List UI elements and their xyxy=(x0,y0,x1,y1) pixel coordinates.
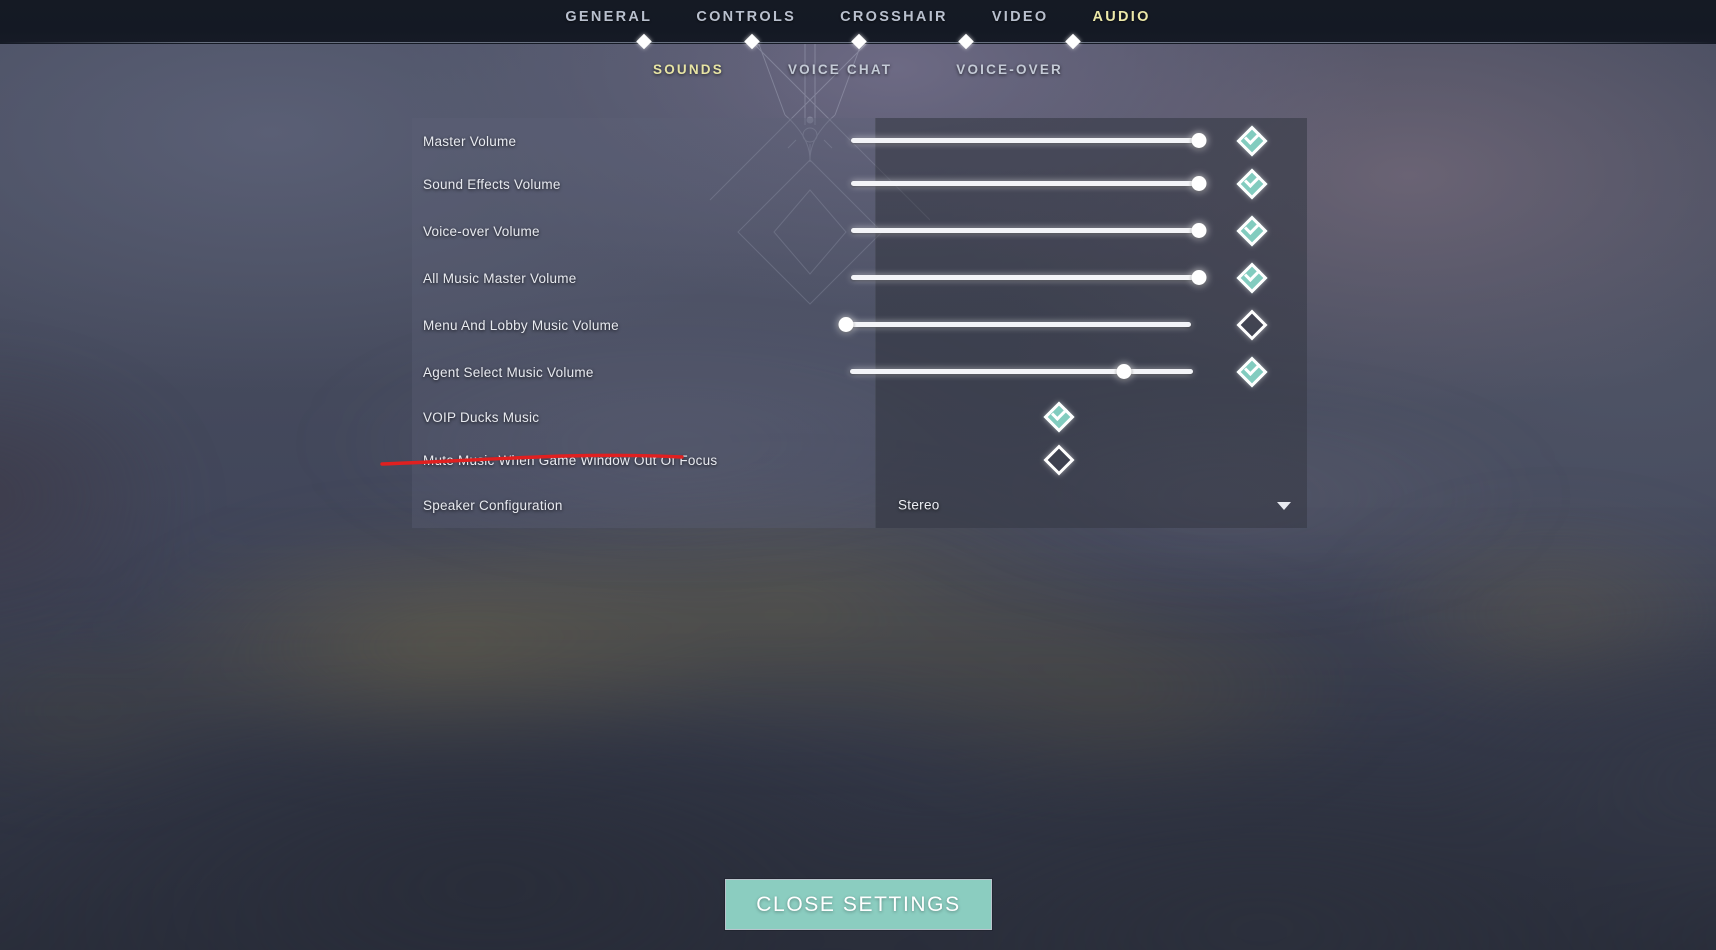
setting-row-all-music-master-volume: All Music Master Volume xyxy=(412,255,1307,301)
master-volume-slider[interactable] xyxy=(851,132,1207,150)
setting-label: Mute Music When Game Window Out Of Focus xyxy=(423,452,718,468)
voice-over-volume-slider[interactable] xyxy=(851,222,1207,240)
all-music-master-volume-slider[interactable] xyxy=(851,269,1207,287)
main-tabs: GENERAL CONTROLS CROSSHAIR VIDEO AUDIO xyxy=(0,9,1716,25)
tab-marker-controls xyxy=(744,33,760,50)
slider-track xyxy=(851,138,1199,143)
tab-crosshair[interactable]: CROSSHAIR xyxy=(840,9,948,25)
speaker-configuration-dropdown[interactable]: Stereo xyxy=(875,482,1307,528)
tab-marker-audio xyxy=(1065,33,1081,50)
tab-audio[interactable]: AUDIO xyxy=(1092,9,1150,25)
slider-track xyxy=(851,181,1199,186)
slider-track xyxy=(846,322,1191,327)
slider-knob[interactable] xyxy=(1191,133,1207,148)
voice-over-volume-checkbox[interactable] xyxy=(1236,215,1268,247)
slider-track xyxy=(850,369,1193,374)
subtab-voice-over[interactable]: VOICE-OVER xyxy=(956,62,1063,77)
setting-row-mute-music-out-of-focus: Mute Music When Game Window Out Of Focus xyxy=(412,437,1307,483)
slider-knob[interactable] xyxy=(1191,223,1207,238)
setting-label: All Music Master Volume xyxy=(423,270,577,286)
slider-knob[interactable] xyxy=(1191,270,1207,285)
menu-lobby-music-volume-checkbox[interactable] xyxy=(1236,309,1268,341)
setting-row-voip-ducks-music: VOIP Ducks Music xyxy=(412,394,1307,440)
setting-row-sound-effects-volume: Sound Effects Volume xyxy=(412,161,1307,207)
all-music-master-volume-checkbox[interactable] xyxy=(1236,262,1268,294)
dropdown-value: Stereo xyxy=(898,497,940,513)
menu-lobby-music-volume-slider[interactable] xyxy=(838,316,1191,334)
tab-marker-video xyxy=(958,33,974,50)
sub-navigation-bar: SOUNDS VOICE CHAT VOICE-OVER xyxy=(0,62,1716,77)
slider-knob[interactable] xyxy=(1116,364,1132,379)
close-settings-label: CLOSE SETTINGS xyxy=(756,892,961,916)
setting-label: Agent Select Music Volume xyxy=(423,364,594,380)
setting-row-voice-over-volume: Voice-over Volume xyxy=(412,208,1307,254)
agent-select-music-volume-slider[interactable] xyxy=(850,363,1193,381)
voip-ducks-music-checkbox[interactable] xyxy=(1043,401,1075,433)
setting-label: Sound Effects Volume xyxy=(423,176,561,192)
slider-knob[interactable] xyxy=(1191,176,1207,191)
agent-select-music-volume-checkbox[interactable] xyxy=(1236,356,1268,388)
close-settings-button[interactable]: CLOSE SETTINGS xyxy=(725,879,992,930)
setting-row-master-volume: Master Volume xyxy=(412,118,1307,164)
setting-label: Menu And Lobby Music Volume xyxy=(423,317,619,333)
tab-marker-general xyxy=(636,33,652,50)
sound-effects-volume-slider[interactable] xyxy=(851,175,1207,193)
nav-tab-markers xyxy=(0,33,1716,50)
settings-panel: Master Volume Sound Effects Volume Voice… xyxy=(412,118,1307,528)
dropdown-control[interactable]: Stereo xyxy=(875,482,1307,528)
tab-video[interactable]: VIDEO xyxy=(992,9,1049,25)
subtab-voice-chat[interactable]: VOICE CHAT xyxy=(788,62,892,77)
sound-effects-volume-checkbox[interactable] xyxy=(1236,168,1268,200)
mute-music-out-of-focus-checkbox[interactable] xyxy=(1043,444,1075,476)
tab-general[interactable]: GENERAL xyxy=(565,9,652,25)
setting-label: Voice-over Volume xyxy=(423,223,540,239)
tab-controls[interactable]: CONTROLS xyxy=(696,9,796,25)
setting-row-speaker-configuration: Speaker Configuration Stereo xyxy=(412,482,1307,528)
setting-label: Master Volume xyxy=(423,133,517,149)
slider-track xyxy=(851,228,1199,233)
tab-marker-crosshair xyxy=(851,33,867,50)
setting-row-agent-select-music-volume: Agent Select Music Volume xyxy=(412,349,1307,395)
slider-knob[interactable] xyxy=(838,317,854,332)
master-volume-checkbox[interactable] xyxy=(1236,125,1268,157)
subtab-sounds[interactable]: SOUNDS xyxy=(653,62,724,77)
diamond-shape xyxy=(1236,309,1268,341)
chevron-down-icon[interactable] xyxy=(1277,502,1291,510)
setting-row-menu-and-lobby-music-volume: Menu And Lobby Music Volume xyxy=(412,302,1307,348)
diamond-shape xyxy=(1043,444,1075,476)
setting-label: Speaker Configuration xyxy=(423,497,563,513)
setting-label: VOIP Ducks Music xyxy=(423,409,540,425)
slider-track xyxy=(851,275,1199,280)
